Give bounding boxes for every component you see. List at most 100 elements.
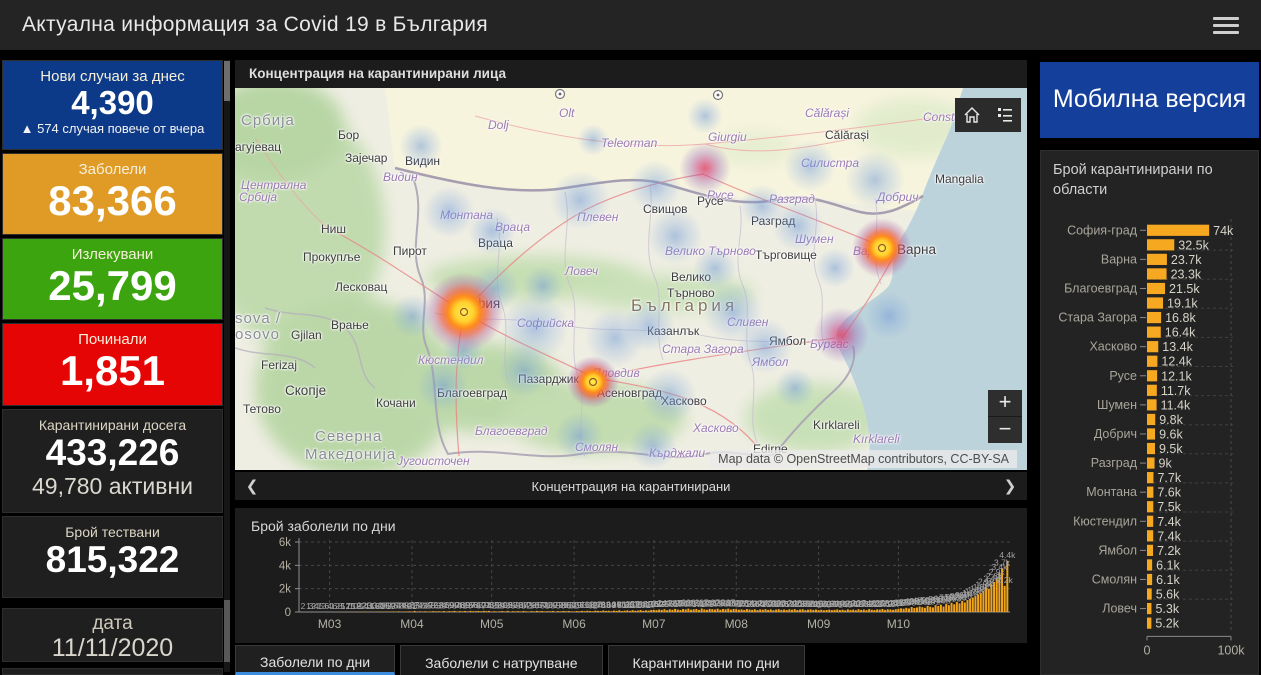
region-bar[interactable] bbox=[1147, 282, 1166, 295]
region-bar[interactable] bbox=[1147, 472, 1154, 484]
region-bar[interactable] bbox=[1147, 268, 1167, 280]
region-label: Монтана bbox=[1086, 485, 1137, 499]
quarantined-by-region-chart[interactable]: София-град 74k 32.5k Варна 23.7k23.3k Благоев… bbox=[1041, 213, 1260, 675]
stat-value: 815,322 bbox=[45, 539, 180, 580]
map-section: Концентрация на карантинирани лица Србиј… bbox=[235, 60, 1027, 500]
region-bar[interactable] bbox=[1147, 544, 1154, 556]
hamburger-menu-icon[interactable] bbox=[1213, 16, 1239, 34]
region-label: Добрич bbox=[1094, 427, 1137, 441]
region-value: 5.6k bbox=[1156, 588, 1180, 602]
region-label: Варна bbox=[1101, 252, 1137, 266]
region-bar[interactable] bbox=[1147, 442, 1155, 455]
region-value: 16.4k bbox=[1165, 326, 1196, 340]
region-label: Смолян bbox=[1092, 572, 1137, 586]
stat-card-recovered: Излекувани 25,799 bbox=[2, 238, 223, 320]
region-bar[interactable] bbox=[1147, 602, 1152, 615]
map-panel-title: Концентрация на карантинирани лица bbox=[235, 60, 1027, 88]
chevron-left-icon[interactable]: ❮ bbox=[235, 477, 269, 495]
stat-card-infected: Заболели 83,366 bbox=[2, 153, 223, 235]
region-bar[interactable] bbox=[1147, 370, 1158, 382]
map-attribution: Map data © OpenStreetMap contributors, C… bbox=[710, 450, 1017, 468]
stat-label: Излекувани bbox=[71, 246, 154, 263]
region-bar[interactable] bbox=[1147, 457, 1155, 469]
stat-subtext: ▲ 574 случая повече от вчера bbox=[20, 120, 205, 136]
map-zoom-controls: + − bbox=[988, 390, 1022, 443]
mobile-version-label: Мобилна версия bbox=[1052, 85, 1247, 114]
region-bar[interactable] bbox=[1147, 326, 1161, 338]
scrollbar-thumb-top[interactable] bbox=[224, 61, 230, 101]
region-bar[interactable] bbox=[1147, 239, 1175, 251]
regions-chart-title: Брой карантинирани по области bbox=[1053, 162, 1213, 199]
home-icon[interactable] bbox=[962, 105, 982, 125]
legend-icon[interactable] bbox=[995, 105, 1015, 125]
tab-заболели-с-натрупване[interactable]: Заболели с натрупване bbox=[400, 645, 603, 675]
svg-text:M06: M06 bbox=[562, 617, 586, 631]
scrollbar-thumb-bottom[interactable] bbox=[224, 600, 230, 662]
stat-card-clipped bbox=[2, 668, 223, 675]
zoom-in-button[interactable]: + bbox=[988, 390, 1022, 417]
svg-text:4k: 4k bbox=[279, 560, 291, 572]
chevron-right-icon[interactable]: ❯ bbox=[993, 477, 1027, 495]
svg-text:2k: 2k bbox=[279, 584, 291, 596]
region-bar[interactable] bbox=[1147, 224, 1210, 236]
daily-bar-labels: 2 132415364162851271510189221425113016342… bbox=[301, 550, 1016, 611]
app-header: Актуална информация за Covid 19 в Българ… bbox=[0, 0, 1261, 53]
region-value: 23.7k bbox=[1171, 253, 1202, 267]
stats-scrollbar[interactable] bbox=[224, 60, 230, 672]
tab-заболели-по-дни[interactable]: Заболели по дни bbox=[235, 645, 396, 675]
region-bar[interactable] bbox=[1147, 573, 1153, 586]
daily-chart-title: Брой заболели по дни bbox=[251, 518, 396, 534]
stat-value: 25,799 bbox=[48, 262, 177, 309]
region-label: Кюстендил bbox=[1073, 514, 1137, 528]
region-bar[interactable] bbox=[1147, 297, 1164, 309]
region-bar[interactable] bbox=[1147, 486, 1154, 498]
region-bar[interactable] bbox=[1147, 253, 1167, 265]
region-bar[interactable] bbox=[1147, 530, 1154, 542]
stat-value: 433,226 bbox=[45, 432, 180, 473]
region-value: 11.4k bbox=[1161, 398, 1191, 412]
zoom-out-button[interactable]: − bbox=[988, 417, 1022, 443]
region-bar[interactable] bbox=[1147, 399, 1157, 411]
covid-dashboard: Актуална информация за Covid 19 в Българ… bbox=[0, 0, 1261, 675]
region-bar[interactable] bbox=[1147, 311, 1162, 324]
region-bar[interactable] bbox=[1147, 501, 1154, 513]
region-bar[interactable] bbox=[1147, 559, 1153, 571]
svg-text:M04: M04 bbox=[400, 617, 424, 631]
region-bar[interactable] bbox=[1147, 413, 1156, 426]
region-bar[interactable] bbox=[1147, 617, 1152, 629]
svg-text:M05: M05 bbox=[480, 617, 504, 631]
map-toolbar bbox=[955, 98, 1021, 132]
region-value: 7.5k bbox=[1157, 500, 1181, 514]
daily-cases-chart[interactable]: M03 M04 M05 M06 M07 M08 M09 M10 0 2k 4k 6k 2 13241536… bbox=[235, 534, 1027, 642]
region-label: София-град bbox=[1067, 223, 1138, 237]
region-bar[interactable] bbox=[1147, 384, 1157, 396]
region-value: 6.1k bbox=[1156, 573, 1180, 587]
region-label: Шумен bbox=[1097, 398, 1137, 412]
region-value: 6.1k bbox=[1156, 558, 1180, 572]
stat-value: 4,390 bbox=[71, 84, 154, 121]
stat-label: дата bbox=[92, 613, 133, 634]
map-heatmap-layer bbox=[391, 98, 913, 470]
region-bar[interactable] bbox=[1147, 588, 1152, 600]
map[interactable]: СрбијаагујевацБорЗајечарВидинВидинЦентра… bbox=[235, 88, 1027, 470]
mobile-version-button[interactable]: Мобилна версия bbox=[1040, 62, 1259, 138]
page-title: Актуална информация за Covid 19 в Българ… bbox=[22, 13, 488, 36]
region-value: 16.8k bbox=[1165, 311, 1196, 325]
region-value: 9.6k bbox=[1159, 427, 1183, 441]
region-bar[interactable] bbox=[1147, 341, 1159, 353]
region-bar[interactable] bbox=[1147, 515, 1154, 527]
stat-card-date: дата 11/11/2020 bbox=[2, 608, 223, 662]
chart-tabs: Заболели по дни Заболели с натрупване Кара… bbox=[235, 645, 1027, 675]
region-value: 7.6k bbox=[1157, 486, 1181, 500]
regions-chart-panel: Брой карантинирани по области София-град… bbox=[1040, 150, 1259, 675]
svg-text:2.2k: 2.2k bbox=[997, 575, 1014, 585]
svg-text:M08: M08 bbox=[725, 617, 749, 631]
stat-label: Нови случаи за днес bbox=[40, 68, 185, 85]
region-value: 5.2k bbox=[1155, 617, 1179, 631]
tab-карантинирани-по-дни[interactable]: Карантинирани по дни bbox=[607, 645, 805, 675]
region-value: 19.1k bbox=[1167, 297, 1198, 311]
region-value: 7.4k bbox=[1157, 515, 1181, 529]
region-value: 12.4k bbox=[1161, 355, 1192, 369]
region-bar[interactable] bbox=[1147, 428, 1156, 440]
region-bar[interactable] bbox=[1147, 355, 1158, 367]
